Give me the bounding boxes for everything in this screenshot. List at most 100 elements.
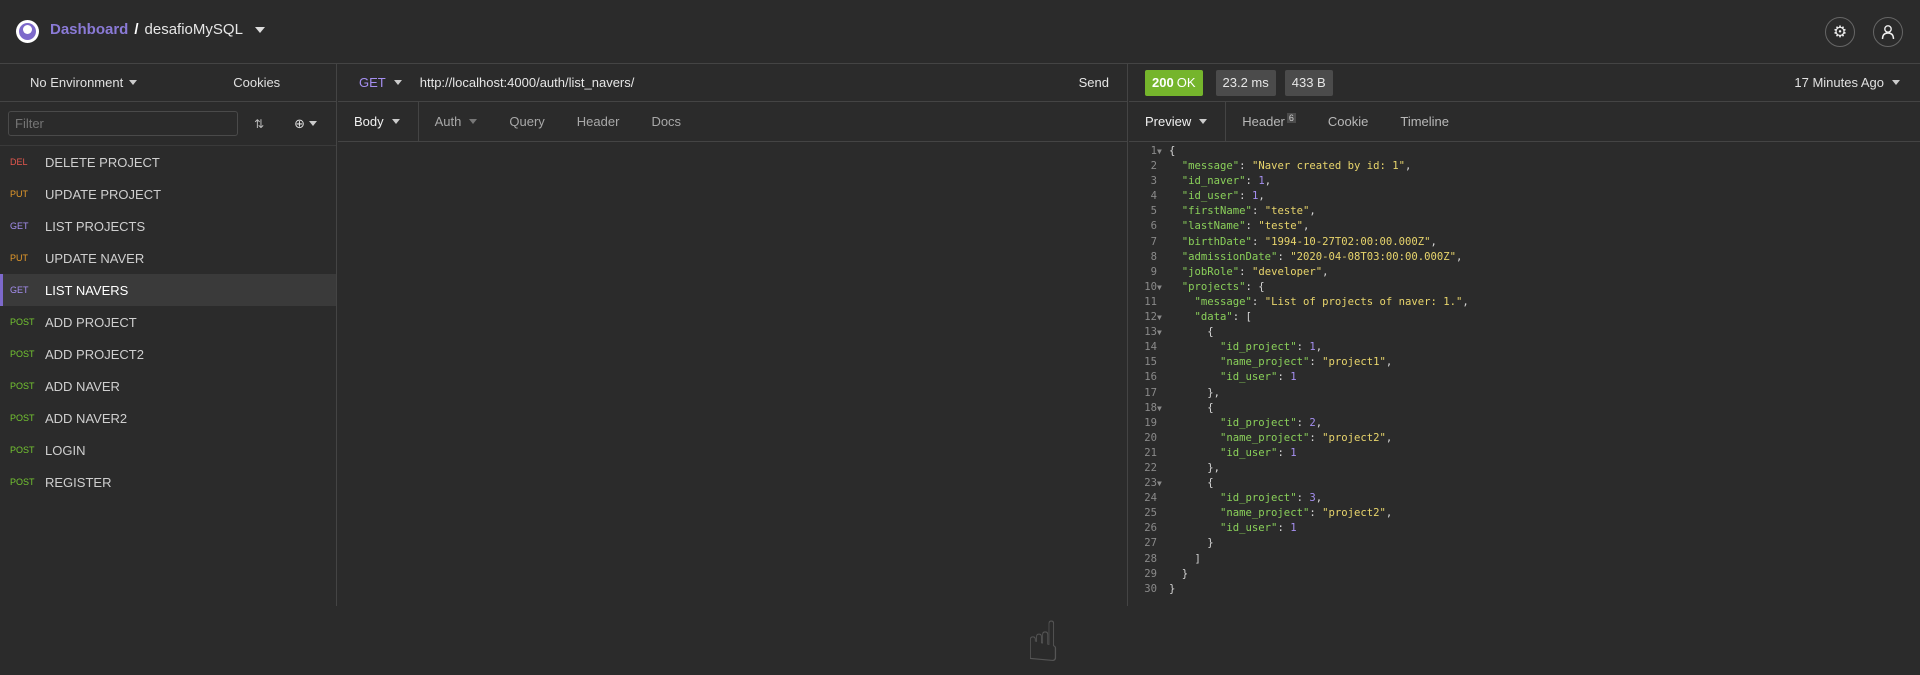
send-button[interactable]: Send: [1079, 75, 1109, 90]
status-text: OK: [1176, 75, 1196, 90]
fold-icon[interactable]: ▼: [1157, 310, 1169, 325]
request-name: ADD PROJECT: [45, 314, 137, 330]
code-line: 16 "id_user": 1: [1129, 370, 1469, 385]
line-number: 24: [1144, 492, 1157, 505]
url-input[interactable]: http://localhost:4000/auth/list_navers/: [420, 75, 635, 90]
dashboard-link[interactable]: Dashboard: [50, 21, 128, 38]
code-text: {: [1169, 401, 1214, 414]
request-list: DEL DELETE PROJECT PUT UPDATE PROJECT GET L…: [0, 146, 336, 498]
request-item[interactable]: PUT UPDATE PROJECT: [0, 178, 336, 210]
line-number: 6: [1150, 220, 1157, 233]
line-number: 15: [1144, 356, 1157, 369]
line-number: 14: [1144, 341, 1157, 354]
code-text: "id_user": 1: [1220, 446, 1297, 459]
line-number: 19: [1144, 416, 1157, 429]
request-item[interactable]: GET LIST PROJECTS: [0, 210, 336, 242]
code-text: "message": "List of projects of naver: 1…: [1194, 295, 1469, 308]
request-item[interactable]: POST ADD PROJECT2: [0, 338, 336, 370]
line-number: 21: [1144, 446, 1157, 459]
tab-preview[interactable]: Preview: [1129, 101, 1227, 142]
breadcrumb-separator: /: [134, 21, 139, 38]
history-dropdown[interactable]: 17 Minutes Ago: [1794, 75, 1900, 90]
chevron-down-icon: [1892, 80, 1900, 85]
code-text: "id_project": 1,: [1220, 341, 1323, 354]
code-text: "name_project": "project2",: [1220, 507, 1393, 520]
request-pane: GET http://localhost:4000/auth/list_nave…: [338, 64, 1128, 673]
line-number: 12: [1144, 311, 1157, 324]
tab-timeline[interactable]: Timeline: [1384, 102, 1465, 142]
add-menu-button[interactable]: ⊕: [294, 116, 317, 132]
size-badge: 433 B: [1284, 69, 1333, 96]
code-line: 29 }: [1129, 567, 1469, 582]
tab-body[interactable]: Body: [338, 101, 419, 142]
fold-icon[interactable]: ▼: [1157, 401, 1169, 416]
code-line: 20 "name_project": "project2",: [1129, 431, 1469, 446]
fold-icon: [1157, 250, 1169, 265]
code-line: 4 "id_user": 1,: [1129, 189, 1469, 204]
request-name: ADD NAVER2: [45, 410, 128, 426]
url-bar: GET http://localhost:4000/auth/list_nave…: [338, 64, 1127, 102]
tab-query[interactable]: Query: [493, 102, 560, 142]
cookies-button[interactable]: Cookies: [233, 75, 280, 90]
fold-icon[interactable]: ▼: [1157, 325, 1169, 340]
fold-icon: [1157, 567, 1169, 582]
method-badge: POST: [10, 477, 35, 487]
code-line: 1 ▼{: [1129, 144, 1469, 159]
workspace-name[interactable]: desafioMySQL: [145, 21, 243, 38]
tab-cookie[interactable]: Cookie: [1312, 102, 1384, 142]
code-line: 17 },: [1129, 386, 1469, 401]
request-item[interactable]: POST REGISTER: [0, 466, 336, 498]
chevron-down-icon: [393, 80, 402, 85]
filter-input[interactable]: [8, 111, 238, 136]
request-item[interactable]: POST ADD NAVER: [0, 370, 336, 402]
method-badge: PUT: [10, 189, 28, 199]
tab-auth[interactable]: Auth: [419, 102, 494, 142]
request-item[interactable]: POST ADD PROJECT: [0, 306, 336, 338]
fold-icon: [1157, 265, 1169, 280]
fold-icon: [1157, 174, 1169, 189]
method-badge: POST: [10, 413, 35, 423]
method-badge: PUT: [10, 253, 28, 263]
line-number: 25: [1144, 507, 1157, 520]
request-name: LOGIN: [45, 442, 86, 458]
line-number: 2: [1150, 160, 1157, 173]
tab-docs[interactable]: Docs: [635, 102, 697, 142]
request-item[interactable]: PUT UPDATE NAVER: [0, 242, 336, 274]
code-line: 10 ▼ "projects": {: [1129, 280, 1469, 295]
tab-response-header[interactable]: Header 6: [1226, 102, 1312, 142]
tab-label: Preview: [1145, 114, 1192, 129]
line-number: 20: [1144, 431, 1157, 444]
request-name: REGISTER: [45, 474, 112, 490]
chevron-down-icon[interactable]: [254, 26, 265, 33]
code-line: 2 "message": "Naver created by id: 1",: [1129, 159, 1469, 174]
app-logo-icon[interactable]: [16, 20, 39, 43]
request-item[interactable]: POST LOGIN: [0, 434, 336, 466]
method-selector[interactable]: GET: [359, 75, 402, 90]
fold-icon: [1157, 552, 1169, 567]
fold-icon[interactable]: ▼: [1157, 476, 1169, 491]
response-pane: 200 OK 23.2 ms 433 B 17 Minutes Ago Prev…: [1129, 64, 1920, 606]
tab-header[interactable]: Header: [561, 102, 636, 142]
method-badge: POST: [10, 317, 35, 327]
line-number: 29: [1144, 567, 1157, 580]
code-line: 13 ▼ {: [1129, 325, 1469, 340]
environment-selector[interactable]: No Environment: [30, 75, 138, 90]
code-line: 23 ▼ {: [1129, 476, 1469, 491]
fold-icon: [1157, 189, 1169, 204]
request-item-active[interactable]: GET LIST NAVERS: [0, 274, 336, 306]
settings-button[interactable]: ⚙: [1825, 17, 1855, 47]
code-text: "id_project": 3,: [1220, 492, 1323, 505]
fold-icon[interactable]: ▼: [1157, 280, 1169, 295]
request-item[interactable]: DEL DELETE PROJECT: [0, 146, 336, 178]
request-name: UPDATE PROJECT: [45, 186, 162, 202]
line-number: 3: [1150, 175, 1157, 188]
tab-label: Body: [354, 114, 384, 129]
sort-icon[interactable]: ⇅: [254, 117, 264, 131]
request-item[interactable]: POST ADD NAVER2: [0, 402, 336, 434]
fold-icon[interactable]: ▼: [1157, 144, 1169, 159]
account-button[interactable]: [1873, 17, 1903, 47]
fold-icon: [1157, 159, 1169, 174]
code-text: "id_project": 2,: [1220, 416, 1323, 429]
fold-icon: [1157, 446, 1169, 461]
chevron-down-icon: [469, 119, 478, 124]
